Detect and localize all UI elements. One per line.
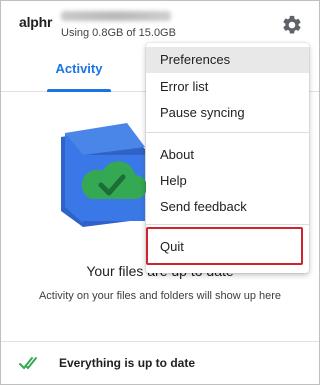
header: alphr Using 0.8GB of 15.0GB xyxy=(1,1,319,45)
footer-status-text: Everything is up to date xyxy=(59,356,196,370)
account-email-redacted xyxy=(61,11,171,21)
menu-item-pause-syncing[interactable]: Pause syncing xyxy=(146,100,309,126)
menu-divider xyxy=(146,224,309,225)
menu-item-preferences[interactable]: Preferences xyxy=(146,47,309,73)
backup-sync-window: alphr Using 0.8GB of 15.0GB Activity You… xyxy=(0,0,320,385)
menu-item-send-feedback[interactable]: Send feedback xyxy=(146,194,309,220)
cloud-check-icon xyxy=(61,123,147,227)
double-check-icon xyxy=(19,357,37,370)
brand-logo: alphr xyxy=(19,14,53,30)
menu-divider xyxy=(146,132,309,133)
footer-status-bar: Everything is up to date xyxy=(1,341,319,385)
gear-icon[interactable] xyxy=(281,14,303,36)
tab-active-indicator xyxy=(47,89,111,92)
menu-item-error-list[interactable]: Error list xyxy=(146,74,309,100)
storage-usage: Using 0.8GB of 15.0GB xyxy=(61,27,176,39)
quit-annotation-box xyxy=(146,227,303,265)
menu-item-about[interactable]: About xyxy=(146,142,309,168)
status-subtitle: Activity on your files and folders will … xyxy=(38,290,282,302)
tab-activity[interactable]: Activity xyxy=(47,49,111,89)
menu-item-help[interactable]: Help xyxy=(146,168,309,194)
